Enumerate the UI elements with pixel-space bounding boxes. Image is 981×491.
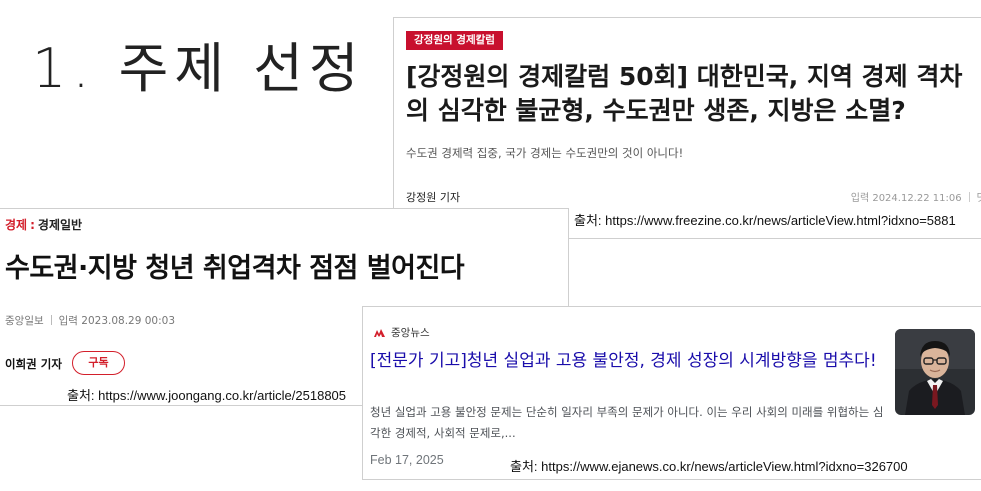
article-meta: 중앙일보 입력 2023.08.29 00:03 (5, 313, 175, 328)
reporter-name[interactable]: 이희권 기자 (5, 356, 62, 372)
article-headline[interactable]: [강정원의 경제칼럼 50회] 대한민국, 지역 경제 격차 의 심각한 불균형… (406, 60, 981, 128)
publish-timestamp: 입력 2023.08.29 00:03 (58, 315, 176, 327)
headline-line-2: 의 심각한 불균형, 수도권만 생존, 지방은 소멸? (406, 96, 906, 125)
ejanews-search-result-card: 중앙뉴스 [전문가 기고]청년 실업과 고용 불안정, 경제 성장의 시계방향을… (362, 306, 981, 480)
section-separator: : (30, 218, 35, 232)
comments-link[interactable]: 댓글 (977, 193, 981, 204)
meta-divider (50, 315, 52, 325)
reporter-byline[interactable]: 강정원 기자 (406, 189, 460, 205)
publisher-row[interactable]: 중앙뉴스 (373, 325, 430, 340)
source-caption: 출처: https://www.ejanews.co.kr/news/artic… (510, 459, 908, 474)
column-badge[interactable]: 강정원의 경제칼럼 (406, 31, 503, 50)
source-caption: 출처: https://www.joongang.co.kr/article/2… (67, 388, 347, 403)
outlet-name: 중앙일보 (5, 315, 44, 327)
publisher-name: 중앙뉴스 (391, 327, 430, 339)
subsection-link[interactable]: 경제일반 (38, 218, 82, 232)
result-headline-link[interactable]: [전문가 기고]청년 실업과 고용 불안정, 경제 성장의 시계방향을 멈추다! (370, 350, 878, 372)
result-date: Feb 17, 2025 (370, 453, 444, 467)
author-thumbnail[interactable] (895, 329, 975, 415)
section-breadcrumb: 경제: 경제일반 (5, 216, 82, 233)
article-headline[interactable]: 수도권·지방 청년 취업격차 점점 벌어진다 (5, 246, 465, 285)
article-meta: 입력 2024.12.22 11:06 댓글 (851, 189, 981, 204)
person-portrait-icon (895, 329, 975, 415)
source-caption: 출처: https://www.freezine.co.kr/news/arti… (574, 213, 956, 228)
headline-line-1: [강정원의 경제칼럼 50회] 대한민국, 지역 경제 격차 (406, 62, 963, 91)
subscribe-button[interactable]: 구독 (72, 351, 125, 375)
section-link[interactable]: 경제 (5, 218, 27, 232)
publish-timestamp: 입력 2024.12.22 11:06 (850, 193, 962, 204)
freezine-article-card: 강정원의 경제칼럼 [강정원의 경제칼럼 50회] 대한민국, 지역 경제 격차… (393, 17, 981, 239)
result-snippet: 청년 실업과 고용 불안정 문제는 단순히 일자리 부족의 문제가 아니다. 이… (370, 405, 884, 440)
slide-title: 1. 주제 선정 (32, 37, 365, 100)
publisher-logo-icon (374, 328, 385, 337)
article-subtitle: 수도권 경제력 집중, 국가 경제는 수도권만의 것이 아니다! (406, 146, 684, 160)
meta-divider (968, 192, 970, 202)
